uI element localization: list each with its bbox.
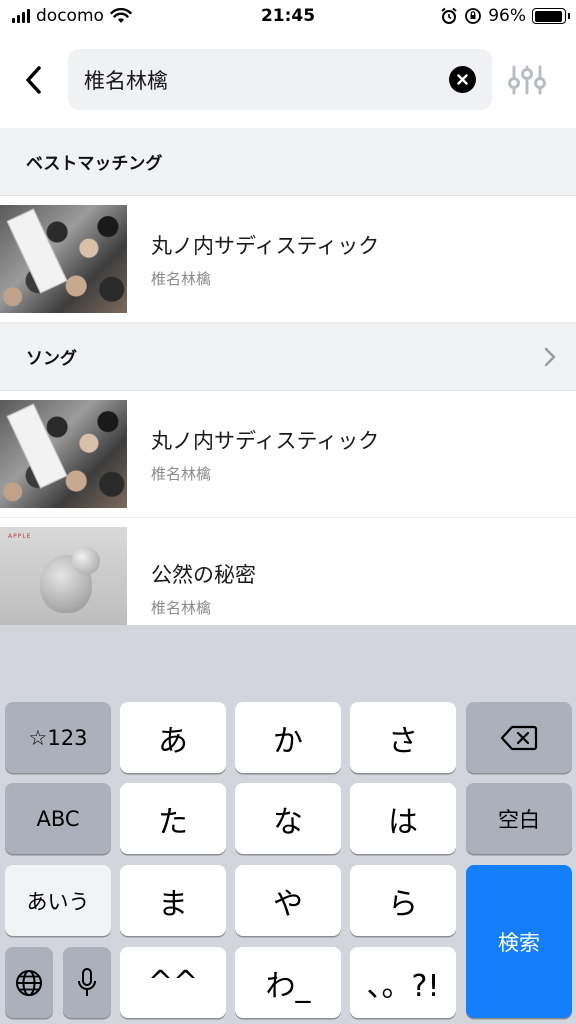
- chevron-right-icon: [544, 347, 556, 366]
- song-row[interactable]: 丸ノ内サディスティック 椎名林檎: [0, 391, 576, 518]
- best-match-header: ベストマッチング: [0, 128, 576, 196]
- back-chevron-icon: [26, 66, 41, 94]
- key-na[interactable]: な: [235, 783, 341, 854]
- artist-name: 椎名林檎: [151, 599, 212, 617]
- songs-header[interactable]: ソング: [0, 323, 576, 391]
- artist-name: 椎名林檎: [151, 464, 212, 483]
- wifi-icon: [110, 8, 132, 23]
- artist-name: 椎名林檎: [151, 269, 212, 288]
- filter-button[interactable]: [504, 62, 550, 98]
- song-title: 丸ノ内サディスティック: [151, 428, 380, 453]
- key-wa[interactable]: わ_: [235, 947, 341, 1018]
- filter-sliders-icon: [508, 65, 546, 95]
- key-ra[interactable]: ら: [350, 865, 456, 936]
- search-header: 椎名林檎: [0, 32, 576, 128]
- battery-icon: [532, 8, 570, 24]
- back-button[interactable]: [0, 50, 68, 110]
- album-art-thumbnail: [0, 205, 127, 313]
- search-query-text: 椎名林檎: [84, 68, 168, 93]
- song-title: 公然の秘密: [151, 563, 256, 587]
- search-input[interactable]: 椎名林檎: [68, 49, 492, 110]
- status-bar: docomo 21:45 96%: [0, 0, 576, 32]
- keyboard: ☆123 あ か さ ABC た な は 空白 あいう ま や ら 検索 ^^ …: [0, 625, 576, 1024]
- status-right: 96%: [440, 6, 570, 26]
- microphone-key[interactable]: [63, 947, 111, 1018]
- key-ta[interactable]: た: [120, 783, 226, 854]
- row-text: 公然の秘密 椎名林檎: [151, 559, 256, 618]
- key-sa[interactable]: さ: [350, 702, 456, 773]
- clear-button[interactable]: [449, 66, 476, 93]
- key-numbers[interactable]: ☆123: [5, 702, 111, 773]
- microphone-icon: [78, 967, 96, 996]
- search-key[interactable]: 検索: [466, 865, 572, 1018]
- clear-icon: [457, 74, 468, 85]
- key-abc[interactable]: ABC: [5, 783, 111, 854]
- key-ma[interactable]: ま: [120, 865, 226, 936]
- battery-percent: 96%: [488, 6, 526, 26]
- signal-icon: [12, 9, 30, 23]
- alarm-icon: [441, 7, 457, 24]
- globe-key[interactable]: [5, 947, 53, 1018]
- delete-key[interactable]: [466, 702, 572, 773]
- space-key[interactable]: 空白: [466, 783, 572, 854]
- rotation-lock-icon: [465, 8, 482, 24]
- best-match-item[interactable]: 丸ノ内サディスティック 椎名林檎: [0, 196, 576, 323]
- key-kana-mode[interactable]: あいう: [5, 865, 111, 936]
- song-row[interactable]: APPLE 公然の秘密 椎名林檎: [0, 518, 576, 625]
- key-a[interactable]: あ: [120, 702, 226, 773]
- globe-icon: [16, 969, 42, 996]
- key-ha[interactable]: は: [350, 783, 456, 854]
- key-emoticon[interactable]: ^^: [120, 947, 226, 1018]
- row-text: 丸ノ内サディスティック 椎名林檎: [151, 425, 379, 484]
- row-text: 丸ノ内サディスティック 椎名林檎: [151, 230, 379, 289]
- album-art-thumbnail: [0, 400, 127, 508]
- status-left: docomo: [12, 6, 132, 26]
- best-match-title: ベストマッチング: [26, 154, 163, 174]
- song-title: 丸ノ内サディスティック: [151, 233, 380, 258]
- songs-title: ソング: [26, 349, 77, 369]
- album-art-thumbnail: APPLE: [0, 527, 127, 625]
- delete-icon: [500, 725, 538, 750]
- key-ka[interactable]: か: [235, 702, 341, 773]
- key-ya[interactable]: や: [235, 865, 341, 936]
- carrier-label: docomo: [36, 6, 104, 26]
- key-punctuation[interactable]: 、。?!: [350, 947, 456, 1018]
